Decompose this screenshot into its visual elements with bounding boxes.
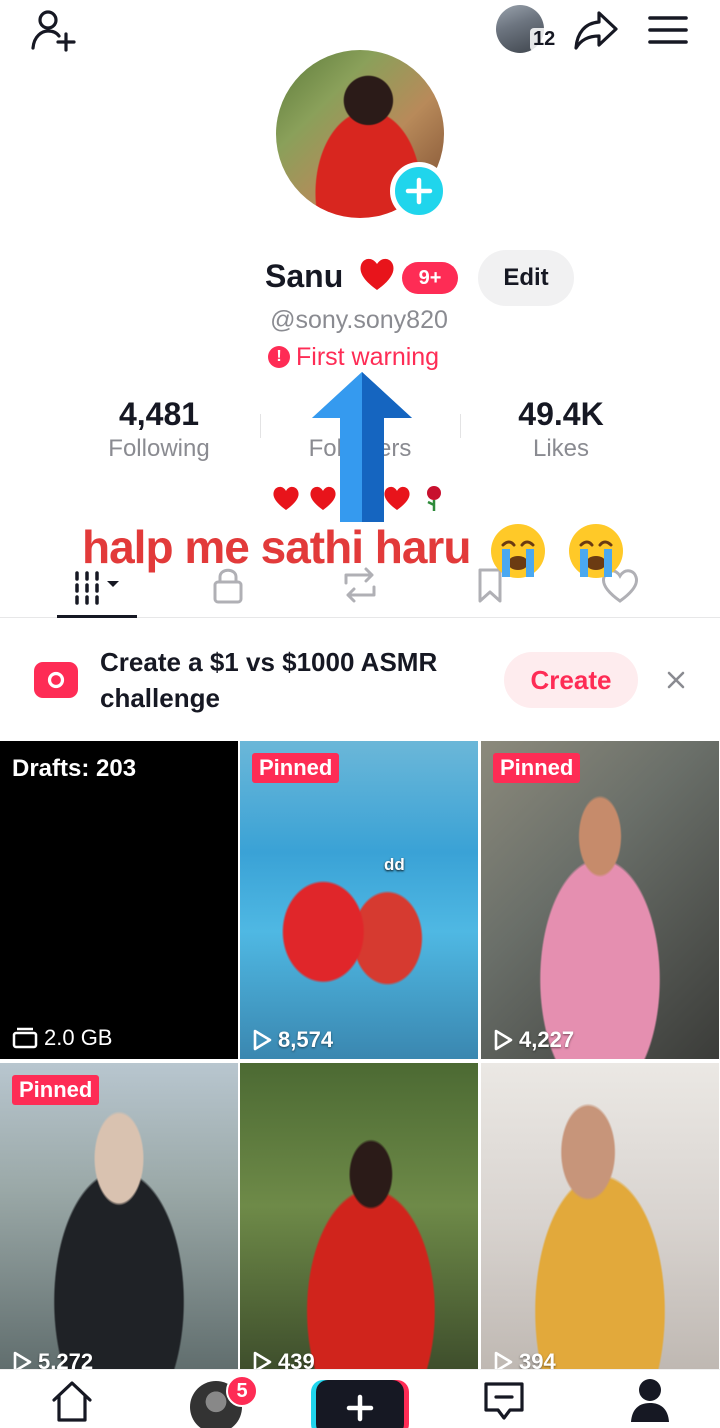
video-tile[interactable]: Pinned dd 8,574: [240, 741, 478, 1059]
play-icon: [494, 1029, 513, 1051]
plus-icon: [346, 1394, 374, 1422]
following-count: 4,481: [118, 396, 200, 432]
menu-icon: [648, 16, 688, 44]
drafts-storage: 2.0 GB: [12, 1025, 112, 1051]
overlay-caption-text: halp me sathi haru: [82, 521, 471, 573]
edit-profile-button[interactable]: Edit: [478, 250, 574, 306]
promo-text: Create a $1 vs $1000 ASMR challenge: [100, 647, 438, 713]
video-caption: dd: [384, 855, 405, 874]
view-count: 8,574: [252, 1027, 333, 1053]
add-friend-icon: [31, 10, 76, 52]
create-button[interactable]: [316, 1380, 404, 1428]
profile-name: Sanu: [265, 258, 344, 294]
camera-icon: [34, 662, 78, 698]
share-button[interactable]: [570, 6, 622, 54]
arrow-sticker-icon: [312, 372, 412, 522]
likes-count: 49.4K: [518, 396, 604, 432]
view-count-value: 8,574: [278, 1027, 334, 1052]
play-icon: [253, 1029, 272, 1051]
nav-profile[interactable]: [618, 1370, 682, 1428]
crying-emoji-icon: [491, 523, 546, 578]
profile-handle: @sony.sony820: [0, 306, 720, 335]
pinned-badge: Pinned: [12, 1075, 100, 1105]
video-tile[interactable]: Pinned 4,227: [481, 741, 719, 1059]
challenge-promo-banner: Create a $1 vs $1000 ASMR challenge Crea…: [0, 620, 720, 740]
home-icon: [52, 1380, 92, 1422]
video-tile[interactable]: 439: [240, 1063, 478, 1381]
close-icon: [667, 671, 685, 689]
likes-stat[interactable]: 49.4K Likes: [461, 394, 661, 464]
handle-text: @sony.sony820: [270, 306, 448, 334]
inbox-icon: [484, 1381, 524, 1420]
nav-home[interactable]: [36, 1370, 108, 1428]
storage-icon: [12, 1027, 38, 1049]
friends-badge: 5: [226, 1375, 258, 1407]
video-grid: Drafts: 203 2.0 GB Pinned dd 8,574 Pinne…: [0, 741, 720, 1381]
warning-text: First warning: [296, 342, 440, 371]
add-friend-button[interactable]: [24, 6, 80, 54]
add-photo-button[interactable]: [390, 162, 448, 220]
view-count: 4,227: [493, 1027, 574, 1053]
following-label: Following: [108, 435, 210, 462]
create-challenge-button[interactable]: Create: [504, 652, 638, 708]
view-count-value: 4,227: [519, 1027, 575, 1052]
name-row: Sanu 9+ Edit: [0, 250, 720, 306]
likes-label: Likes: [532, 435, 590, 462]
close-promo-button[interactable]: [660, 664, 692, 696]
account-count-badge: 12: [530, 28, 559, 51]
following-stat[interactable]: 4,481 Following: [59, 394, 259, 464]
crying-emoji-icon: [569, 523, 623, 578]
rose-icon: [427, 486, 442, 511]
pinned-badge: Pinned: [493, 753, 581, 783]
heart-icon: [360, 258, 394, 290]
active-tab-indicator: [57, 615, 137, 618]
pinned-badge: Pinned: [252, 753, 340, 783]
share-icon: [574, 11, 618, 50]
plus-icon: [405, 177, 433, 205]
drafts-label: Drafts: 203: [12, 755, 137, 782]
bottom-navigation: 5: [0, 1369, 720, 1428]
drafts-size: 2.0 GB: [44, 1025, 113, 1050]
bio-heart-icon: [272, 486, 299, 510]
menu-button[interactable]: [644, 8, 692, 52]
nav-inbox[interactable]: [472, 1370, 536, 1428]
drafts-tile[interactable]: Drafts: 203 2.0 GB: [0, 741, 238, 1059]
notification-badge: 9+: [402, 262, 458, 294]
video-tile[interactable]: 394: [481, 1063, 719, 1381]
profile-icon: [631, 1378, 669, 1422]
first-warning-link[interactable]: ! First warning: [268, 340, 439, 374]
warning-icon: !: [268, 346, 290, 368]
video-tile[interactable]: Pinned 5,272: [0, 1063, 238, 1381]
overlay-caption: halp me sathi haru: [82, 520, 626, 581]
